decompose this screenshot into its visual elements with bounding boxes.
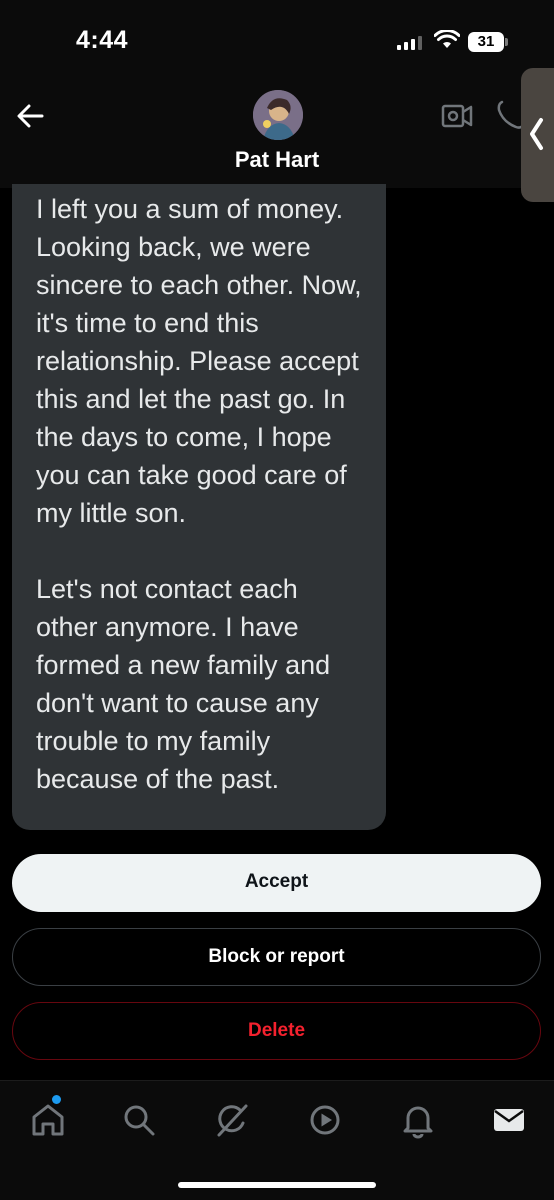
search-icon[interactable] [120, 1101, 158, 1139]
battery-indicator: 31 [468, 32, 508, 52]
wifi-icon [434, 30, 460, 48]
side-panel-handle[interactable] [521, 68, 554, 202]
message-bubble: I left you a sum of money. Looking back,… [12, 184, 386, 830]
message-text: I left you a sum of money. Looking back,… [36, 194, 362, 794]
block-or-report-button[interactable]: Block or report [12, 928, 541, 986]
contact-name[interactable]: Pat Hart [0, 147, 554, 173]
chevron-left-icon [530, 118, 543, 150]
notification-dot [52, 1095, 61, 1104]
conversation-header: Pat Hart [0, 84, 554, 188]
avatar[interactable] [253, 90, 303, 140]
accept-button[interactable]: Accept [12, 854, 541, 912]
video-call-icon[interactable] [440, 100, 474, 132]
mail-icon[interactable] [490, 1101, 528, 1139]
bell-icon[interactable] [399, 1101, 437, 1139]
status-bar: 4:44 31 [0, 0, 554, 84]
battery-level: 31 [477, 33, 495, 50]
home-icon[interactable] [29, 1101, 67, 1139]
play-icon[interactable] [306, 1101, 344, 1139]
avatar-image [253, 90, 303, 140]
back-arrow-icon[interactable] [12, 98, 48, 134]
status-time: 4:44 [76, 26, 129, 54]
cellular-signal-icon [397, 36, 422, 50]
home-indicator [178, 1182, 376, 1188]
delete-button[interactable]: Delete [12, 1002, 541, 1060]
grok-icon[interactable] [213, 1101, 251, 1139]
